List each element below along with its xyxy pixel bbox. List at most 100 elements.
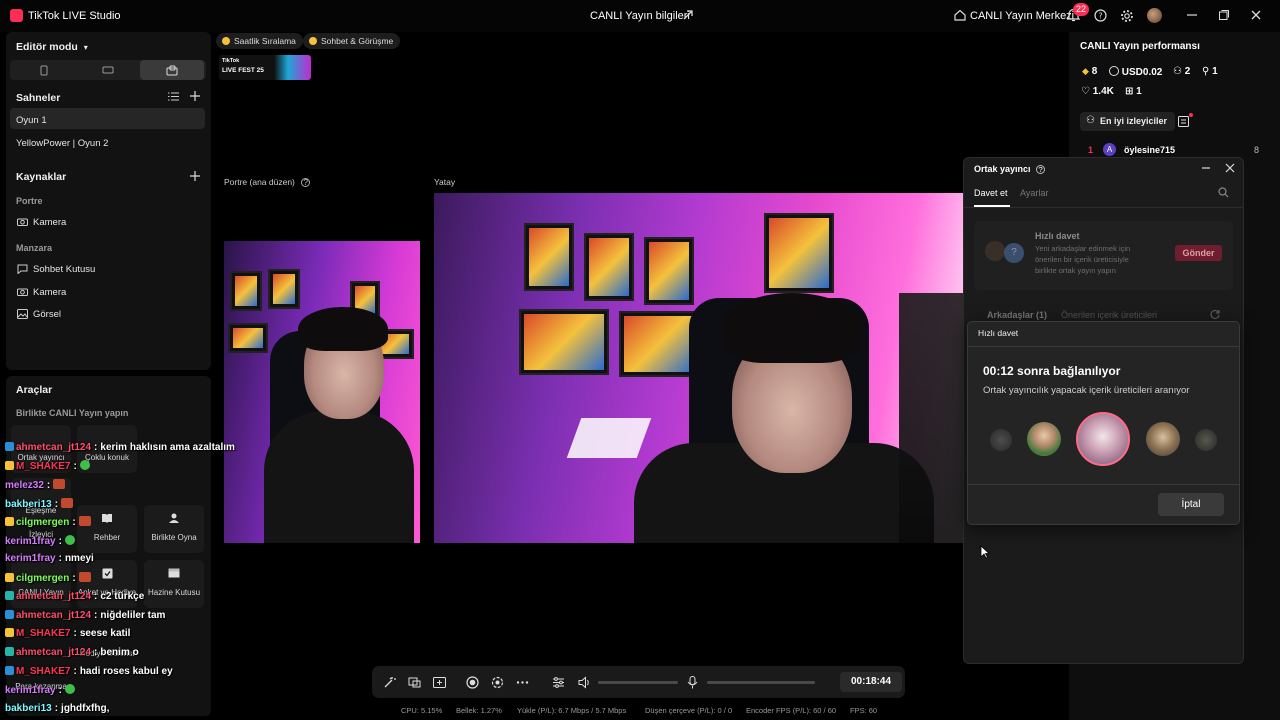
chat-username[interactable]: melez32 xyxy=(5,480,44,491)
live-fest-badge[interactable]: TikTok LIVE FEST 25 xyxy=(219,55,311,80)
portrait-mode-button[interactable] xyxy=(12,60,76,80)
cohost-title: Ortak yayıncı ? xyxy=(974,164,1046,174)
close-icon[interactable] xyxy=(1225,163,1235,173)
chat-call-pill[interactable]: Sohbet & Görüşme xyxy=(303,33,401,49)
chat-username[interactable]: ahmetcan_jt124 xyxy=(16,610,91,621)
magic-wand-icon[interactable] xyxy=(383,676,396,689)
audio-settings-icon[interactable] xyxy=(552,676,565,689)
usd-value: USD0.02 xyxy=(1121,67,1163,78)
chat-separator: : xyxy=(58,685,62,696)
source-image[interactable]: Görsel xyxy=(33,309,61,320)
treasure-icon xyxy=(144,568,204,588)
image-icon xyxy=(17,309,28,319)
layout-icon[interactable] xyxy=(433,676,446,689)
profile-avatar[interactable] xyxy=(1147,8,1162,23)
minimize-icon[interactable] xyxy=(1201,163,1211,173)
chat-message: M_SHAKE7: hadi roses kabul ey xyxy=(5,666,173,677)
gear-icon[interactable] xyxy=(1120,9,1134,23)
live-center-link[interactable]: CANLI Yayın Merkezi xyxy=(970,10,1074,22)
emote-icon xyxy=(64,684,75,694)
add-scene-icon[interactable] xyxy=(190,91,200,101)
friends-tab[interactable]: Arkadaşlar (1) xyxy=(987,310,1047,320)
suggested-tab[interactable]: Önerilen içerik üreticileri xyxy=(1061,310,1157,320)
home-icon[interactable] xyxy=(954,9,966,21)
add-source-icon[interactable] xyxy=(190,171,200,181)
tab-invite[interactable]: Davet et xyxy=(974,188,1008,198)
speaker-icon[interactable] xyxy=(578,676,591,689)
record-icon[interactable] xyxy=(466,676,479,689)
source-camera-portrait[interactable]: Kamera xyxy=(33,217,66,228)
dropped-frames-stat: Düşen çerçeve (P/L): 0 / 0 xyxy=(645,706,733,715)
chat-separator: : xyxy=(72,517,76,528)
camera-icon xyxy=(17,217,28,226)
send-invite-button[interactable]: Gönder xyxy=(1175,245,1222,261)
badge-icon xyxy=(309,37,317,45)
chat-separator: : xyxy=(46,480,51,491)
portrait-preview[interactable] xyxy=(224,193,420,543)
chat-username[interactable]: bakberi13 xyxy=(5,703,52,714)
info-icon[interactable]: ? xyxy=(301,178,311,187)
scene-switch-icon[interactable] xyxy=(408,676,421,689)
chat-text: kerim haklısın ama azaltalım xyxy=(100,442,235,453)
close-icon[interactable] xyxy=(1250,9,1262,21)
chat-username[interactable]: M_SHAKE7 xyxy=(16,628,70,639)
divider xyxy=(968,484,1239,485)
minimize-icon[interactable] xyxy=(1186,9,1198,21)
search-icon[interactable] xyxy=(1218,187,1229,198)
report-icon[interactable] xyxy=(1178,116,1189,127)
leader-avatar: A xyxy=(1103,143,1116,156)
cancel-button[interactable]: İptal xyxy=(1158,493,1224,516)
share-icon[interactable] xyxy=(682,9,694,21)
speaker-volume-slider[interactable] xyxy=(598,681,678,684)
hourly-ranking-pill[interactable]: Saatlik Sıralama xyxy=(216,33,303,49)
landscape-mode-button[interactable] xyxy=(76,60,140,80)
badge-icon xyxy=(222,37,230,45)
info-icon[interactable]: ? xyxy=(1036,165,1046,174)
scene-item[interactable]: Oyun 1 xyxy=(10,108,205,129)
landscape-preview[interactable] xyxy=(434,193,964,543)
chat-username[interactable]: bakberi13 xyxy=(5,499,52,510)
camera-effects-icon[interactable] xyxy=(491,676,504,689)
tool-treasure-box[interactable]: Hazine Kutusu xyxy=(144,560,204,608)
leader-name[interactable]: öylesine715 xyxy=(1124,145,1175,155)
mic-volume-slider[interactable] xyxy=(707,681,815,684)
chat-separator: : xyxy=(58,536,62,547)
chat-separator: : xyxy=(54,703,59,714)
chat-username[interactable]: M_SHAKE7 xyxy=(16,666,70,677)
emote-icon xyxy=(64,535,75,545)
refresh-icon[interactable] xyxy=(1210,309,1220,319)
microphone-icon[interactable] xyxy=(687,676,698,689)
source-camera-landscape[interactable]: Kamera xyxy=(33,287,66,298)
editor-mode-dropdown[interactable]: Editör modu ▾ xyxy=(16,41,88,53)
user-badge-icon xyxy=(5,517,14,526)
scene-item[interactable]: YellowPower | Oyun 2 xyxy=(10,131,205,152)
chat-username[interactable]: kerim1fray xyxy=(5,553,56,564)
tool-play-together[interactable]: Birlikte Oyna xyxy=(144,505,204,553)
chat-username[interactable]: cilgmergen xyxy=(16,517,69,528)
chat-username[interactable]: kerim1fray xyxy=(5,685,56,696)
live-info-title[interactable]: CANLI Yayın bilgileri xyxy=(590,10,690,22)
chat-username[interactable]: cilgmergen xyxy=(16,573,69,584)
coin-icon xyxy=(1109,66,1119,76)
chat-username[interactable]: ahmetcan_jt124 xyxy=(16,442,91,453)
chat-text: hadi roses kabul ey xyxy=(79,666,173,677)
chat-username[interactable]: ahmetcan_jt124 xyxy=(16,591,91,602)
tool-guide[interactable]: Rehber xyxy=(77,505,137,553)
dual-mode-button[interactable] xyxy=(140,60,204,80)
chat-username[interactable]: M_SHAKE7 xyxy=(16,461,70,472)
list-icon[interactable] xyxy=(168,92,179,101)
users-icon: ⚇ xyxy=(1173,66,1182,77)
chat-separator: : xyxy=(94,610,98,621)
chat-message: bakberi13: jghdfxfhg, xyxy=(5,703,109,714)
more-icon[interactable] xyxy=(516,676,529,689)
chat-username[interactable]: kerim1fray xyxy=(5,536,56,547)
tab-settings[interactable]: Ayarlar xyxy=(1020,188,1048,198)
user-badge-icon xyxy=(5,666,14,675)
restore-icon[interactable] xyxy=(1218,9,1230,21)
top-viewers-button[interactable]: ⚇ En iyi izleyiciler xyxy=(1080,112,1176,131)
source-chat-box[interactable]: Sohbet Kutusu xyxy=(33,264,95,275)
viewers-value: 2 xyxy=(1184,66,1191,77)
chat-username[interactable]: ahmetcan_jt124 xyxy=(16,647,91,658)
tiktok-logo-icon xyxy=(10,9,23,22)
help-icon[interactable]: ? xyxy=(1094,9,1107,22)
